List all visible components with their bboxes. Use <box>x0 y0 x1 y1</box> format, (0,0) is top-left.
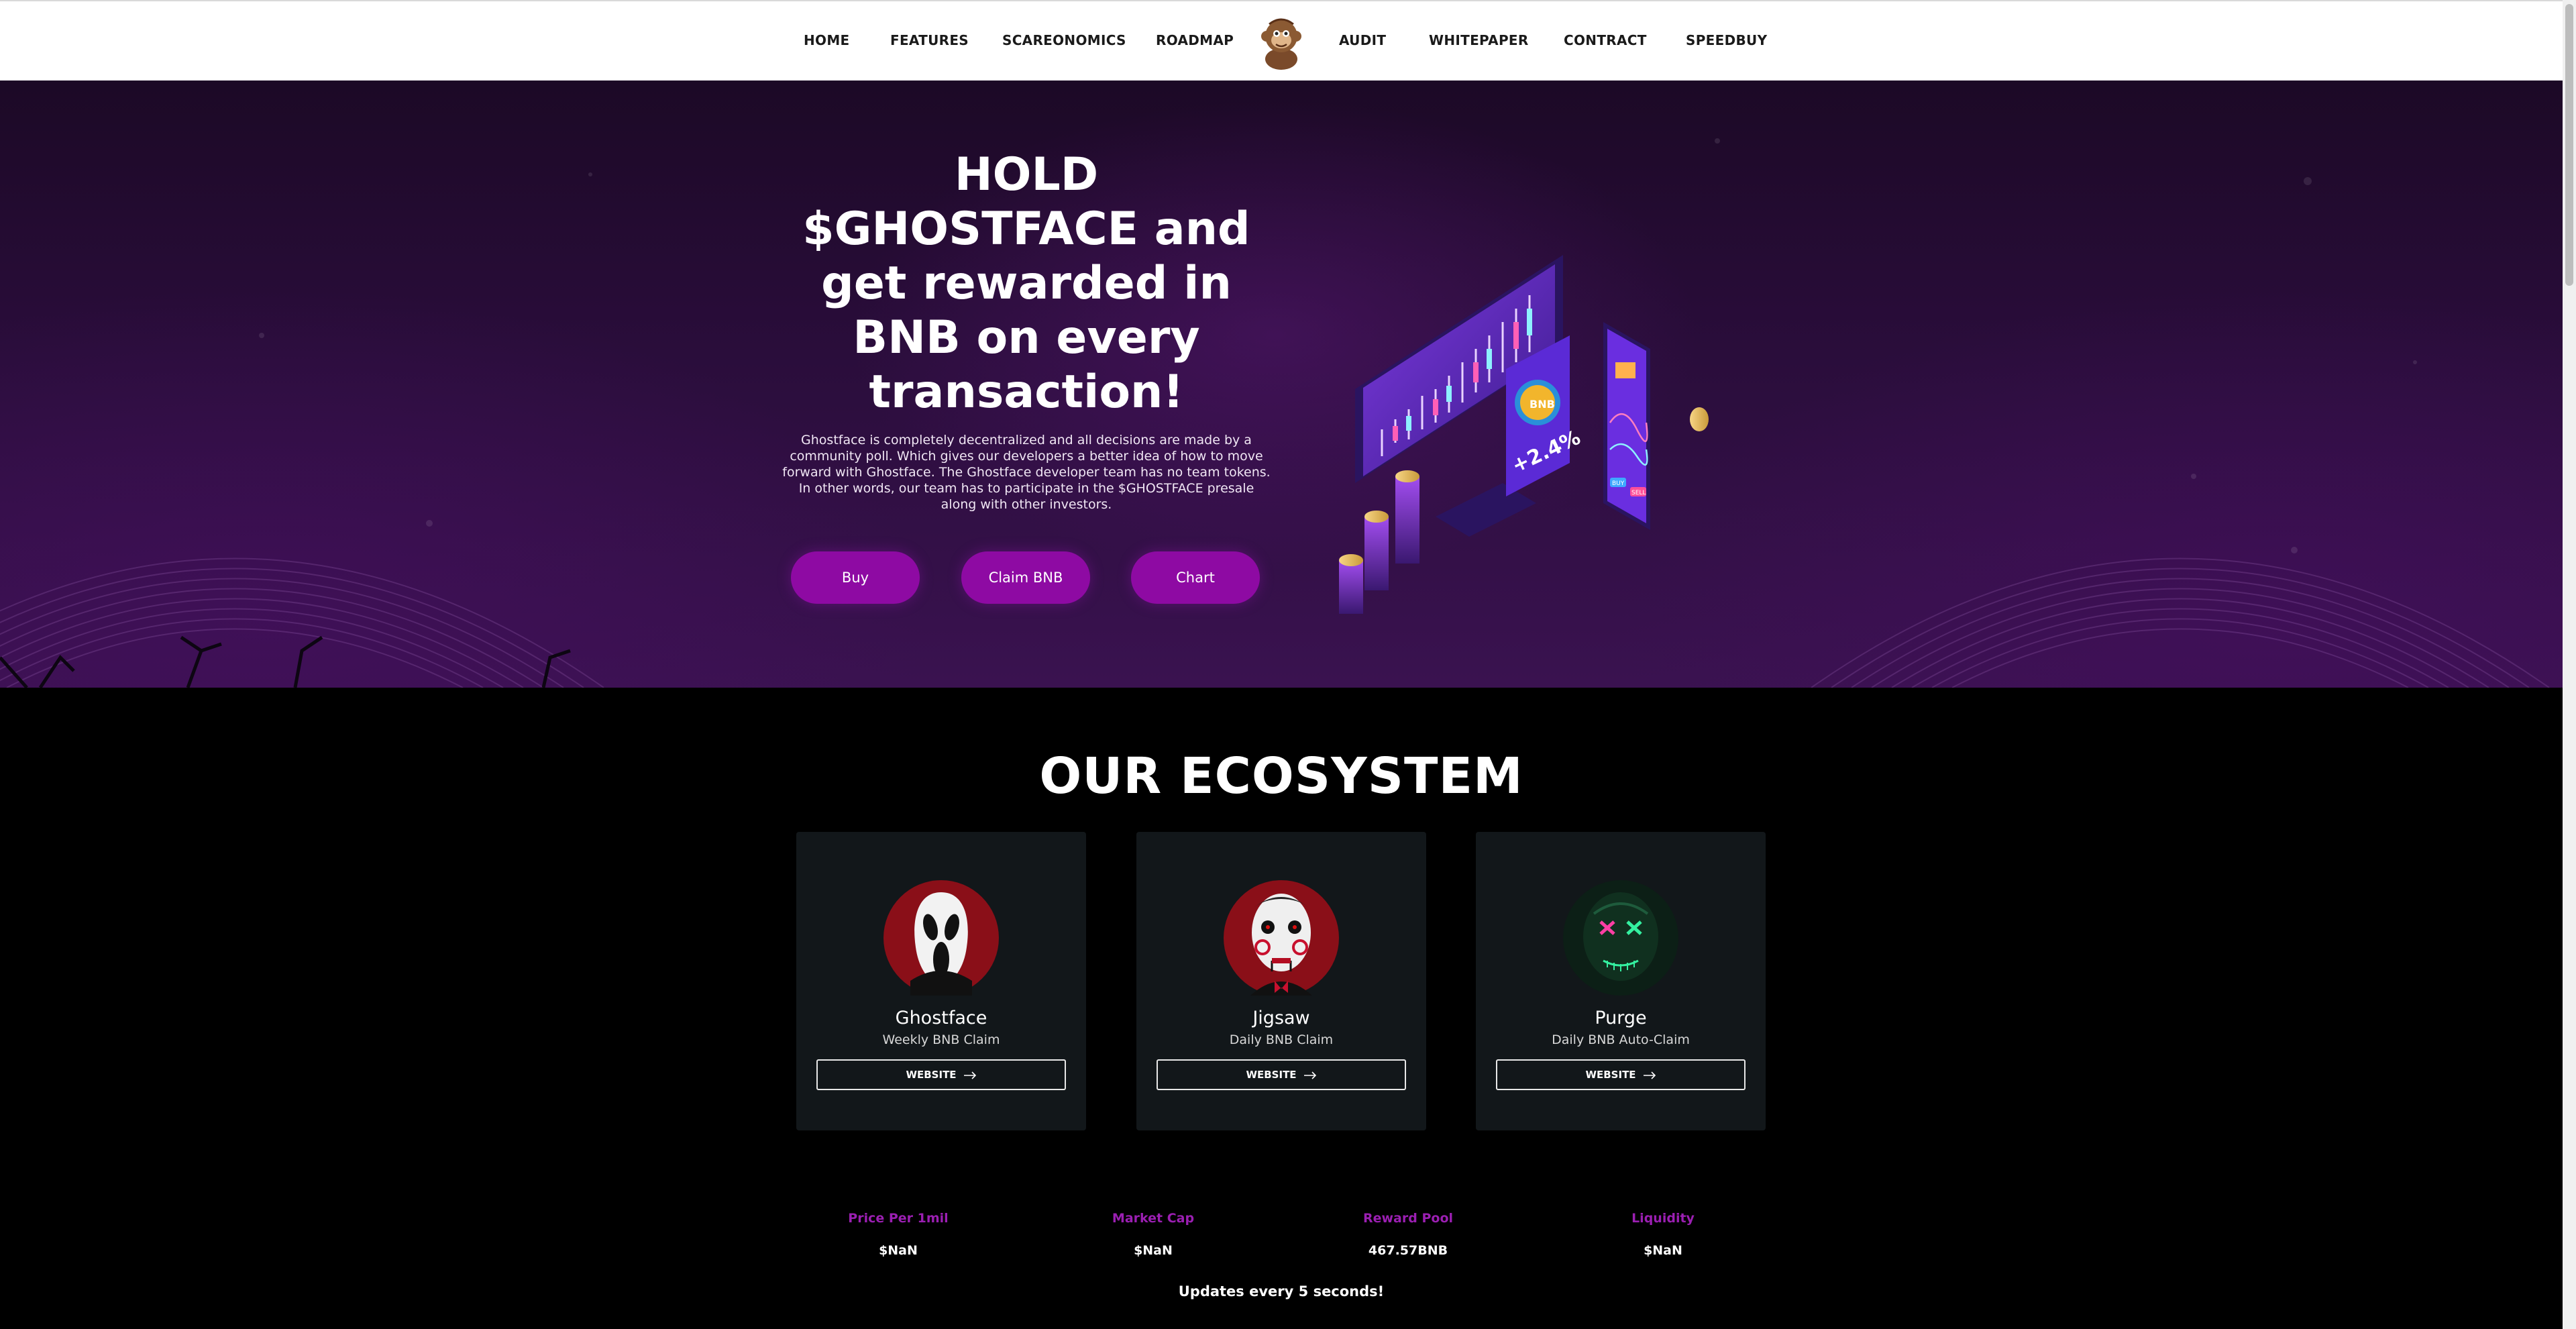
arrow-right-icon <box>963 1071 977 1079</box>
stat-liquidity-value: $NaN <box>1644 1243 1682 1258</box>
website-label: WEBSITE <box>1585 1069 1636 1081</box>
ghostface-mask-icon <box>883 880 999 996</box>
phone-buy-label: BUY <box>1612 480 1625 487</box>
trading-illustration: BNB +2.4% BUY SELL <box>1335 168 1737 627</box>
nav-speedbuy[interactable]: SPEEDBUY <box>1686 32 1767 48</box>
stat-price-label: Price Per 1mil <box>848 1211 949 1226</box>
website-label: WEBSITE <box>906 1069 957 1081</box>
hero-section: HOLD $GHOSTFACE and get rewarded in BNB … <box>0 81 2563 688</box>
arrow-right-icon <box>1303 1071 1317 1079</box>
purge-mask-icon <box>1563 880 1678 996</box>
stat-marketcap-label: Market Cap <box>1112 1211 1195 1226</box>
stat-marketcap-value: $NaN <box>1134 1243 1173 1258</box>
buy-button[interactable]: Buy <box>791 551 920 604</box>
nav-audit[interactable]: AUDIT <box>1339 32 1386 48</box>
card-name: Purge <box>1595 1008 1647 1028</box>
hero-description: Ghostface is completely decentralized an… <box>782 433 1271 512</box>
stat-rewardpool-value: 467.57BNB <box>1368 1243 1448 1258</box>
bnb-coin-label: BNB <box>1529 398 1555 411</box>
ecosystem-card-purge: Purge Daily BNB Auto-Claim WEBSITE <box>1476 832 1766 1130</box>
nav-roadmap[interactable]: ROADMAP <box>1156 32 1234 48</box>
updates-note: Updates every 5 seconds! <box>1178 1283 1385 1299</box>
arrow-right-icon <box>1643 1071 1656 1079</box>
stat-rewardpool-label: Reward Pool <box>1362 1211 1454 1226</box>
page-scrollbar[interactable] <box>2563 0 2576 1329</box>
stat-liquidity-label: Liquidity <box>1631 1211 1695 1226</box>
card-name: Jigsaw <box>1252 1008 1310 1028</box>
ghostface-website-button[interactable]: WEBSITE <box>816 1059 1066 1090</box>
card-subtitle: Daily BNB Claim <box>1229 1032 1334 1047</box>
top-navbar: HOME FEATURES SCAREONOMICS ROADMAP AUDIT… <box>0 0 2563 81</box>
purge-website-button[interactable]: WEBSITE <box>1496 1059 1746 1090</box>
jigsaw-website-button[interactable]: WEBSITE <box>1157 1059 1406 1090</box>
hero-headline: HOLD $GHOSTFACE and get rewarded in BNB … <box>802 148 1250 419</box>
nav-home[interactable]: HOME <box>804 32 850 48</box>
nav-features[interactable]: FEATURES <box>890 32 969 48</box>
scrollbar-thumb[interactable] <box>2565 4 2573 286</box>
website-label: WEBSITE <box>1246 1069 1297 1081</box>
chart-button[interactable]: Chart <box>1131 551 1260 604</box>
card-name: Ghostface <box>895 1008 987 1028</box>
ecosystem-card-ghostface: Ghostface Weekly BNB Claim WEBSITE <box>796 832 1086 1130</box>
nav-contract[interactable]: CONTRACT <box>1564 32 1647 48</box>
stat-price-value: $NaN <box>879 1243 918 1258</box>
phone-sell-label: SELL <box>1631 490 1646 496</box>
card-subtitle: Daily BNB Auto-Claim <box>1552 1032 1690 1047</box>
jigsaw-puppet-icon <box>1224 880 1339 996</box>
hero-background-waves <box>0 138 2550 688</box>
nav-scareonomics[interactable]: SCAREONOMICS <box>1002 32 1126 48</box>
ecosystem-card-jigsaw: Jigsaw Daily BNB Claim WEBSITE <box>1136 832 1426 1130</box>
ecosystem-heading: OUR ECOSYSTEM <box>1039 747 1523 805</box>
claim-bnb-button[interactable]: Claim BNB <box>961 551 1090 604</box>
nav-whitepaper[interactable]: WHITEPAPER <box>1429 32 1529 48</box>
card-subtitle: Weekly BNB Claim <box>882 1032 1000 1047</box>
monkey-mascot-icon[interactable] <box>1252 12 1311 71</box>
